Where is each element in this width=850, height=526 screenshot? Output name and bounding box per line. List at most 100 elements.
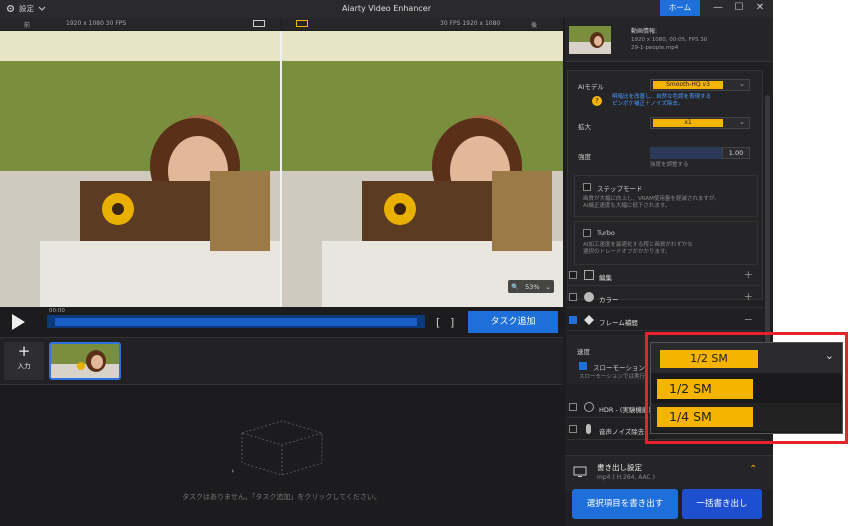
- export-all-button[interactable]: 一括書き出し: [682, 489, 762, 519]
- collapse-icon[interactable]: −: [744, 313, 753, 326]
- upscale-select[interactable]: x1 ⌄: [650, 117, 750, 129]
- close-icon[interactable]: ✕: [752, 1, 768, 15]
- plus-icon: +: [17, 342, 31, 360]
- edit-row[interactable]: 編集 +: [567, 266, 763, 286]
- strength-label: 強度: [578, 153, 591, 161]
- turbo-checkbox[interactable]: [583, 229, 591, 237]
- edit-icon: [584, 270, 594, 280]
- ai-model-label: AIモデル: [578, 83, 604, 91]
- zoom-control[interactable]: 🔍 53% ⌄: [508, 280, 554, 293]
- strength-value[interactable]: 1.00: [722, 147, 750, 159]
- input-label: 入力: [17, 362, 31, 370]
- before-preview: [0, 31, 280, 307]
- export-settings[interactable]: 書き出し設定 mp4 ( H.264, AAC ) ⌃: [565, 455, 773, 490]
- add-input-button[interactable]: + 入力: [4, 342, 44, 380]
- step-mode-label: ステップモード: [597, 185, 643, 193]
- frame-interp-row[interactable]: フレーム補間 −: [567, 311, 763, 331]
- timeline[interactable]: 00:00: [47, 308, 425, 328]
- task-queue: タスクはありません。「タスク追加」をクリックしてください。: [0, 385, 563, 526]
- before-infobar: 前 1920 x 1080 30 FPS: [0, 18, 281, 30]
- color-label: カラー: [599, 296, 619, 304]
- frame-interp-checkbox[interactable]: [569, 316, 577, 324]
- video-info: 動画情報: 1920 x 1080, 00:05, FPS 30 29-1-pe…: [565, 18, 773, 62]
- compare-icon[interactable]: [296, 20, 308, 27]
- zoom-value: 53%: [525, 282, 540, 291]
- media-thumbnail[interactable]: [49, 342, 121, 380]
- ai-model-select[interactable]: Smooth-HQ v3 ⌄: [650, 79, 750, 91]
- turbo-tip2: 選択のトレードオフがかかります。: [583, 249, 671, 255]
- step-mode-checkbox[interactable]: [583, 183, 591, 191]
- chevron-down-icon: ⌄: [739, 80, 745, 88]
- video-info-heading: 動画情報:: [631, 28, 658, 35]
- export-format: mp4 ( H.264, AAC ): [597, 474, 655, 481]
- upscale-value: x1: [653, 119, 723, 127]
- video-info-line1: 1920 x 1080, 00:05, FPS 30: [631, 37, 708, 43]
- turbo-label: Turbo: [597, 229, 615, 237]
- after-preview: [282, 31, 563, 307]
- export-title: 書き出し設定: [597, 463, 642, 472]
- turbo-box: Turbo AI加工速度を最適化する程と画質がわずかな 選択のトレードオフがかか…: [574, 221, 758, 265]
- hdr-checkbox[interactable]: [569, 403, 577, 411]
- media-strip: + 入力: [0, 337, 563, 385]
- after-label: 後: [531, 22, 538, 29]
- diamond-icon: [584, 315, 594, 325]
- denoise-label: 音声ノイズ除去: [599, 428, 645, 436]
- speed-label: 速度: [577, 348, 590, 356]
- step-mode-box: ステップモード 画質が大幅に向上し、VRAM使用量を軽減されますが、 AI補正速…: [574, 175, 758, 217]
- edit-checkbox[interactable]: [569, 271, 577, 279]
- help-icon[interactable]: ?: [592, 96, 602, 106]
- slowmo-label: スローモーション: [593, 364, 645, 372]
- maximize-icon[interactable]: ☐: [731, 1, 747, 15]
- video-info-line2: 29-1-people.mp4: [631, 45, 679, 51]
- before-image: [0, 31, 280, 307]
- thumbnail-image: [51, 344, 119, 378]
- hdr-label: HDR - (実験機能): [599, 406, 651, 414]
- ai-model-tip: 明暗比を改善し、自然な色調を表現する: [612, 94, 712, 100]
- ai-model-value: Smooth-HQ v3: [653, 81, 723, 89]
- timeline-range[interactable]: [55, 318, 417, 326]
- empty-box-icon: [232, 420, 324, 476]
- app-title: Aiarty Video Enhancer: [341, 4, 432, 13]
- after-image: [282, 31, 563, 307]
- after-info: 30 FPS 1920 x 1080: [440, 20, 501, 27]
- highlight-annotation: [645, 332, 848, 444]
- color-checkbox[interactable]: [569, 293, 577, 301]
- expand-icon[interactable]: +: [744, 268, 753, 281]
- task-add-button[interactable]: タスク追加: [468, 311, 558, 333]
- app-window: 設定 Aiarty Video Enhancer ホーム — ☐ ✕ 前 192…: [0, 0, 773, 526]
- video-info-thumb: [569, 26, 611, 54]
- microphone-icon: [586, 424, 591, 434]
- ai-model-tip2: ピンボケ補正＋ノイズ除去。: [612, 101, 684, 107]
- play-icon[interactable]: [10, 313, 26, 331]
- titlebar: 設定 Aiarty Video Enhancer ホーム — ☐ ✕: [0, 0, 773, 18]
- before-label: 前: [24, 22, 31, 29]
- edit-label: 編集: [599, 274, 612, 282]
- denoise-checkbox[interactable]: [569, 425, 577, 433]
- mark-in-button[interactable]: [: [436, 316, 440, 329]
- settings-panel: 動画情報: 1920 x 1080, 00:05, FPS 30 29-1-pe…: [565, 18, 773, 526]
- expand-icon[interactable]: +: [744, 290, 753, 303]
- slowmo-checkbox[interactable]: [579, 362, 587, 370]
- strength-tip: 強度を調整する: [650, 162, 689, 168]
- home-button[interactable]: ホーム: [660, 0, 700, 16]
- export-selected-button[interactable]: 選択項目を書き出す: [572, 489, 678, 519]
- split-view-icon[interactable]: [253, 20, 265, 27]
- queue-empty-message: タスクはありません。「タスク追加」をクリックしてください。: [182, 493, 381, 501]
- minimize-icon[interactable]: —: [710, 1, 726, 15]
- turbo-tip1: AI加工速度を最適化する程と画質がわずかな: [583, 242, 693, 248]
- hdr-icon: [584, 402, 594, 412]
- zoom-icon: 🔍: [511, 282, 520, 291]
- mark-out-button[interactable]: ]: [450, 316, 454, 329]
- frame-interp-label: フレーム補間: [599, 319, 638, 327]
- video-info-text: 動画情報: 1920 x 1080, 00:05, FPS 30 29-1-pe…: [631, 28, 707, 52]
- export-monitor-icon: [573, 466, 587, 477]
- chevron-down-icon: ⌄: [739, 118, 745, 126]
- step-mode-tip2: AI補正速度も大幅に低下されます。: [583, 203, 671, 209]
- color-row[interactable]: カラー +: [567, 288, 763, 308]
- strength-slider[interactable]: [650, 147, 722, 159]
- step-mode-tip1: 画質が大幅に向上し、VRAM使用量を軽減されますが、: [583, 196, 720, 202]
- chevron-up-icon[interactable]: ⌃: [749, 464, 757, 475]
- after-infobar: 30 FPS 1920 x 1080 後: [282, 18, 563, 30]
- chevron-down-icon: ⌄: [545, 282, 551, 291]
- timeline-time: 00:00: [49, 308, 65, 314]
